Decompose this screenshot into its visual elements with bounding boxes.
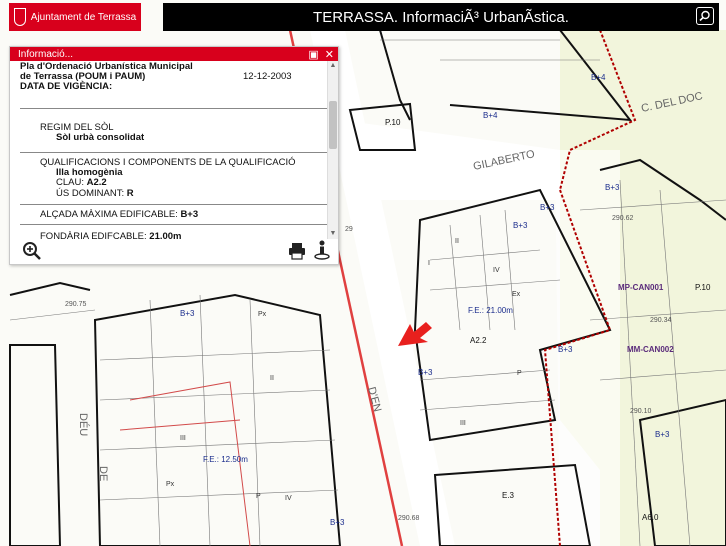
divider-1 [20,108,328,109]
floor-label-px-1: Px [258,311,267,318]
map-label-p10-a: P.10 [385,118,401,127]
scroll-up-icon[interactable]: ▲ [328,61,338,71]
map-label-b3-b: B+3 [605,183,620,192]
info-person-icon[interactable] [314,240,330,260]
info-panel-scrollbar[interactable]: ▲ ▼ [327,61,338,239]
close-icon[interactable]: ✕ [325,48,334,61]
brand-text: Ajuntament de Terrassa [30,11,137,23]
floor-label-p-2: P [256,493,261,500]
map-label-fe-12: F.E.: 12.50m [203,455,248,464]
map-label-b3-d: B+3 [330,518,345,527]
floor-label-iii-1: III [460,420,466,427]
top-bar: TERRASSA. InformaciÃ³ UrbanÃstica. [163,3,719,31]
floor-label-px-2: Px [166,481,175,488]
scroll-thumb[interactable] [329,101,337,149]
map-label-h290-34: 290.34 [650,317,672,324]
depth-row: FONDÀRIA EDIFCABLE: 21.00m [40,231,182,239]
clau-row: CLAU: A2.2 [56,177,107,189]
search-icon [699,10,710,22]
depth-value: 21.00m [149,231,182,239]
map-label-fe-21: F.E.: 21.00m [468,306,513,315]
height-value: B+3 [180,209,199,220]
crest-icon [13,8,26,26]
map-label-b3-c: B+3 [180,309,195,318]
divider-2 [20,152,328,153]
map-label-mp-can001: MP-CAN001 [618,283,664,292]
map-label-a22: A2.2 [470,336,487,345]
info-panel-title: Informació... [18,48,74,60]
map-label-a60: A6.0 [642,513,659,522]
map-label-b3-h: B+3 [655,430,670,439]
floor-label-iv-2: IV [285,495,292,502]
map-label-h290-62: 290.62 [612,215,634,222]
map-label-h290-75: 290.75 [65,301,87,308]
map-label-h290-29: 29 [345,226,353,233]
map-label-b3-a: B+3 [513,221,528,230]
regime-value: Sòl urbà consolidat [56,132,145,143]
map-label-b4-a: B+4 [483,111,498,120]
map-label-b4-b: B+4 [591,73,606,82]
map-label-h290-10: 290.10 [630,408,652,415]
street-label-deu: DÉU [77,413,90,436]
map-label-p10-b: P.10 [695,283,711,292]
zoom-in-icon[interactable] [22,241,42,261]
brand-logo[interactable]: Ajuntament de Terrassa [9,3,141,31]
divider-3 [20,204,328,205]
plan-date: 12-12-2003 [243,71,292,82]
info-panel-content[interactable]: Pla d'Ordenació Urbanística Municipal de… [10,61,328,239]
map-label-b3-f: B+3 [540,203,555,212]
map-label-b3-g: B+3 [558,345,573,354]
height-label: ALÇADA MÀXIMA EDIFICABLE: [40,209,178,220]
map-label-mm-can002: MM-CAN002 [627,345,674,354]
street-label-de: DE [97,466,109,481]
clau-value: A2.2 [86,177,107,188]
floor-label-ii-1: II [455,238,459,245]
map-label-h290-68: 290.68 [398,515,420,522]
validity-label: DATA DE VIGÈNCIA: [20,81,113,92]
info-panel-header[interactable]: Informació... ▣ ✕ [10,47,338,61]
clau-label: CLAU: [56,177,84,188]
page-title: TERRASSA. InformaciÃ³ UrbanÃstica. [313,8,569,26]
info-panel[interactable]: Informació... ▣ ✕ Pla d'Ordenació Urbaní… [9,46,339,265]
minimize-icon[interactable]: ▣ [308,48,318,61]
map-label-e3: E.3 [502,491,515,500]
info-panel-footer [10,239,338,264]
us-value: R [126,188,134,199]
floor-label-ii-2: II [270,375,274,382]
map-label-b3-e: B+3 [418,368,433,377]
search-button[interactable] [696,7,714,25]
scroll-down-icon[interactable]: ▼ [328,229,338,239]
floor-label-iv-1: IV [493,267,500,274]
divider-4 [20,224,328,225]
floor-label-p-1: P [517,370,522,377]
height-row: ALÇADA MÀXIMA EDIFICABLE: B+3 [40,209,199,221]
us-row: ÚS DOMINANT: R [56,188,134,200]
floor-label-iii-2: III [180,435,186,442]
print-icon[interactable] [288,242,306,260]
floor-label-ex-1: Ex [512,291,521,298]
floor-label-i-1: I [428,260,430,267]
depth-label: FONDÀRIA EDIFCABLE: [40,231,147,239]
us-label: ÚS DOMINANT: [56,188,125,199]
